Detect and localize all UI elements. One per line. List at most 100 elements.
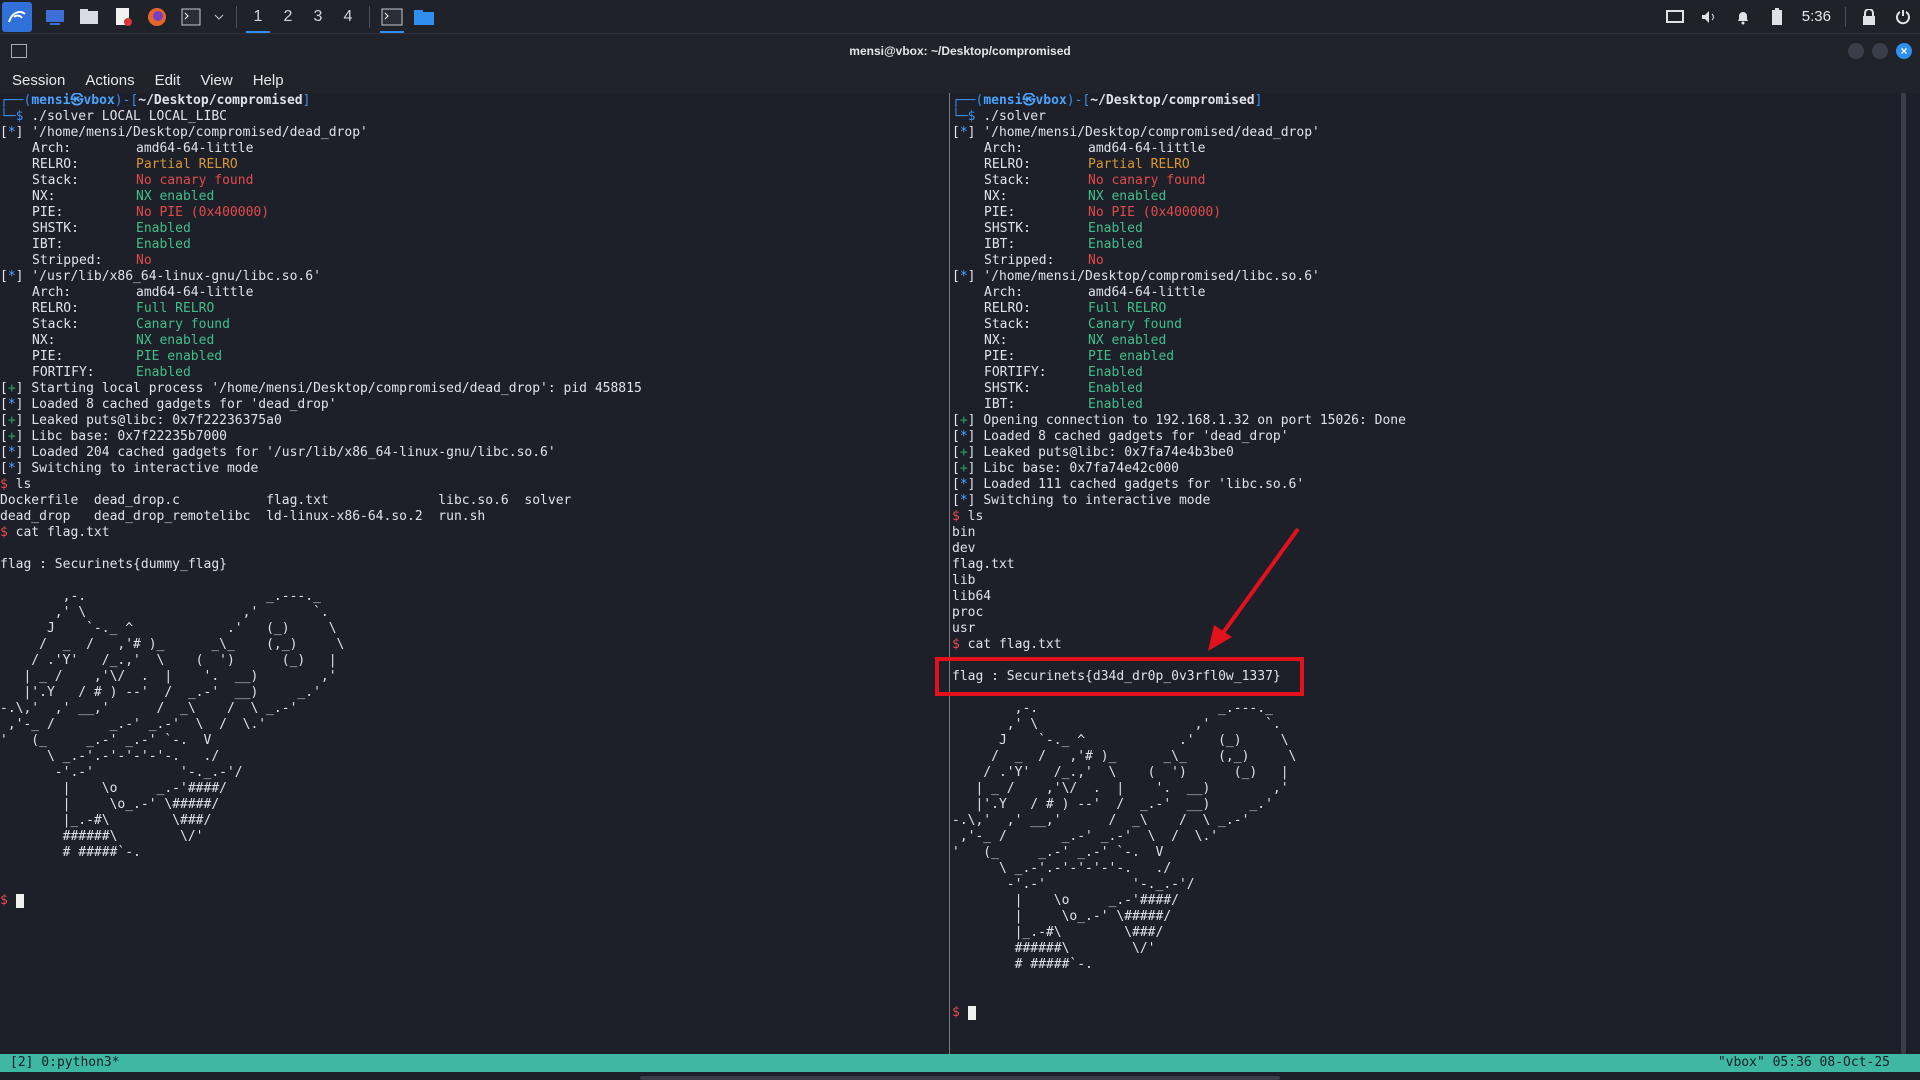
top-panel: 1 2 3 4 5:36 (0, 0, 1920, 34)
terminal-launcher-icon[interactable] (179, 5, 203, 29)
terminal-line: flag.txt (952, 557, 1015, 572)
terminal-line: [*] Switching to interactive mode (0, 461, 259, 476)
terminal-line: [*] Loaded 111 cached gadgets for 'libc.… (952, 477, 1305, 492)
terminal-line: dev (952, 541, 976, 556)
window-menu-icon[interactable] (11, 44, 27, 58)
terminal-line: Arch: amd64-64-little (32, 141, 254, 156)
terminal-area[interactable]: ┌──(mensi㉿vbox)-[~/Desktop/compromised] … (0, 93, 1920, 1054)
workspace-3[interactable]: 3 (303, 0, 333, 33)
text-editor-icon[interactable] (111, 5, 135, 29)
battery-icon[interactable] (1765, 5, 1789, 29)
right-pane[interactable]: ┌──(mensi㉿vbox)-[~/Desktop/compromised] … (952, 93, 1892, 1054)
terminal-line: [+] Libc base: 0x7fa74e42c000 (952, 461, 1179, 476)
menu-session[interactable]: Session (9, 72, 68, 89)
menu-edit[interactable]: Edit (152, 72, 184, 89)
tmux-status-bar: [2] 0:python3* "vbox" 05:36 08-Oct-25 (0, 1054, 1920, 1072)
terminal-line: PIE: No PIE (0x400000) (984, 205, 1222, 220)
maximize-button[interactable] (1872, 43, 1888, 59)
scrollbar-thumb[interactable] (1901, 93, 1906, 1054)
power-icon[interactable] (1891, 5, 1915, 29)
taskbar-terminal-icon[interactable] (376, 0, 408, 33)
right-input-line[interactable]: $ (952, 1005, 1892, 1021)
terminal-line: IBT: Enabled (984, 237, 1143, 252)
terminal-line: [*] Switching to interactive mode (952, 493, 1211, 508)
terminal-line: [*] Loaded 8 cached gadgets for 'dead_dr… (0, 397, 337, 412)
terminal-line: IBT: Enabled (984, 397, 1143, 412)
close-button[interactable]: × (1896, 43, 1912, 59)
terminal-line: IBT: Enabled (32, 237, 191, 252)
prompt-path: ~/Desktop/compromised (1090, 93, 1255, 108)
terminal-line: [+] Opening connection to 192.168.1.32 o… (952, 413, 1406, 428)
menu-bar: Session Actions Edit View Help (0, 68, 1920, 93)
flag-highlight-box (935, 657, 1304, 696)
terminal-line: bin (952, 525, 976, 540)
terminal-line: FORTIFY: Enabled (32, 365, 191, 380)
chevron-down-icon[interactable] (213, 5, 225, 29)
horizontal-scrollbar[interactable] (640, 1076, 1280, 1080)
prompt-user-host: mensi㉿vbox (983, 93, 1067, 108)
terminal-line: [*] '/home/mensi/Desktop/compromised/dea… (952, 125, 1320, 140)
command-text: ./solver LOCAL LOCAL_LIBC (31, 109, 227, 124)
desktop-icon[interactable] (43, 5, 67, 29)
left-prompt: ┌──(mensi㉿vbox)-[~/Desktop/compromised] … (0, 93, 311, 124)
pane-divider[interactable] (949, 93, 950, 1054)
menu-help[interactable]: Help (250, 72, 287, 89)
terminal-line: proc (952, 605, 984, 620)
ascii-art: ,-. _.---._ ,' \ ,' `. J `-._ ^ .' (_) \… (952, 701, 1297, 972)
terminal-line: FORTIFY: Enabled (984, 365, 1143, 380)
workspace-2[interactable]: 2 (273, 0, 303, 33)
status-host-time: "vbox" 05:36 08-Oct-25 (1717, 1055, 1890, 1070)
terminal-line: Stripped: No (32, 253, 152, 268)
terminal-line: dead_drop dead_drop_remotelibc ld-linux-… (0, 509, 486, 524)
terminal-line: Arch: amd64-64-little (984, 285, 1206, 300)
minimize-button[interactable] (1848, 43, 1864, 59)
terminal-line: Stack: No canary found (984, 173, 1206, 188)
terminal-line: $ cat flag.txt (0, 525, 110, 540)
terminal-line: Dockerfile dead_drop.c flag.txt libc.so.… (0, 493, 572, 508)
volume-icon[interactable] (1697, 5, 1721, 29)
kali-menu-icon[interactable] (2, 1, 32, 32)
terminal-line: usr (952, 621, 976, 636)
window-controls: × (1840, 43, 1912, 59)
workspace-1[interactable]: 1 (243, 0, 273, 33)
prompt-path: ~/Desktop/compromised (138, 93, 303, 108)
terminal-line: PIE: PIE enabled (32, 349, 223, 364)
file-manager-icon[interactable] (77, 5, 101, 29)
terminal-line: Stack: Canary found (984, 317, 1182, 332)
workspace-4[interactable]: 4 (333, 0, 363, 33)
menu-actions[interactable]: Actions (82, 72, 137, 89)
terminal-scrollbar[interactable] (1901, 93, 1906, 1054)
command-text: ./solver (983, 109, 1046, 124)
left-pane[interactable]: ┌──(mensi㉿vbox)-[~/Desktop/compromised] … (0, 93, 946, 1054)
ascii-art: ,-. _.---._ ,' \ ,' `. J `-._ ^ .' (_) \… (0, 589, 345, 860)
panel-separator (369, 5, 370, 28)
left-input-line[interactable]: $ (0, 893, 946, 909)
terminal-line: lib64 (952, 589, 992, 604)
terminal-line: Stack: Canary found (32, 317, 230, 332)
terminal-line: [*] Loaded 8 cached gadgets for 'dead_dr… (952, 429, 1289, 444)
window-titlebar[interactable]: mensi@vbox: ~/Desktop/compromised × (0, 34, 1920, 68)
terminal-line: Stripped: No (984, 253, 1104, 268)
notification-bell-icon[interactable] (1731, 5, 1755, 29)
terminal-line: RELRO: Partial RELRO (32, 157, 238, 172)
firefox-icon[interactable] (145, 5, 169, 29)
terminal-line: Stack: No canary found (32, 173, 254, 188)
annotation-arrow-icon (1208, 527, 1300, 651)
terminal-line: PIE: PIE enabled (984, 349, 1175, 364)
terminal-line: [*] '/home/mensi/Desktop/compromised/lib… (952, 269, 1320, 284)
terminal-line: [*] Loaded 204 cached gadgets for '/usr/… (0, 445, 556, 460)
lock-icon[interactable] (1857, 5, 1881, 29)
panel-clock[interactable]: 5:36 (1802, 8, 1831, 25)
status-window-list[interactable]: [2] 0:python3* (10, 1054, 120, 1072)
taskbar-folder-icon[interactable] (408, 0, 440, 33)
terminal-line: Arch: amd64-64-little (32, 285, 254, 300)
terminal-line: RELRO: Partial RELRO (984, 157, 1190, 172)
terminal-line: SHSTK: Enabled (984, 381, 1143, 396)
menu-view[interactable]: View (197, 72, 235, 89)
window-title: mensi@vbox: ~/Desktop/compromised (849, 44, 1071, 58)
panel-separator (1845, 6, 1846, 27)
display-icon[interactable] (1663, 5, 1687, 29)
terminal-line: lib (952, 573, 976, 588)
terminal-line: $ ls (0, 477, 32, 492)
